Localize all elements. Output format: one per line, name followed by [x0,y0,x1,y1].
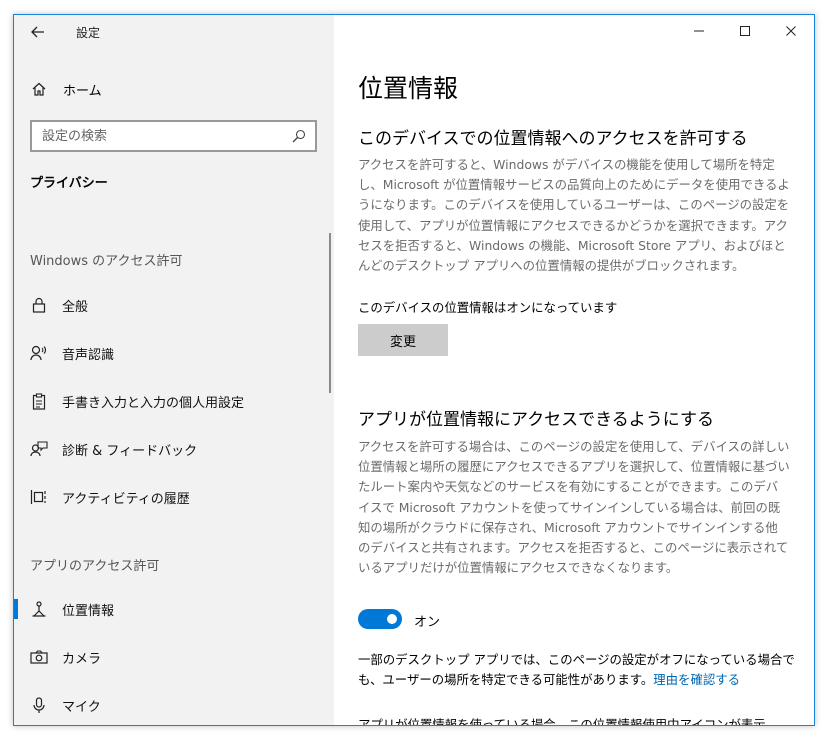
timeline-icon [30,488,48,506]
sidebar-item-general[interactable]: 全般 [14,285,334,325]
main-content: 位置情報 このデバイスでの位置情報へのアクセスを許可する アクセスを許可すると、… [334,15,814,725]
maximize-button[interactable] [722,15,768,47]
location-icon [30,600,48,618]
device-location-status: このデバイスの位置情報はオンになっています [358,300,618,315]
feedback-icon [30,440,48,458]
app-access-heading: アプリが位置情報にアクセスできるようにする [358,410,714,430]
sidebar: 設定 ホーム プライバシー Windows のアクセス許可 [14,15,334,725]
toggle-knob [387,614,397,624]
search-icon[interactable] [291,128,307,144]
sidebar-item-label: 位置情報 [62,603,115,619]
sidebar-item-label: アクティビティの履歴 [62,491,190,507]
sidebar-item-microphone[interactable]: マイク [14,685,334,725]
sidebar-item-speech[interactable]: 音声認識 [14,333,334,373]
back-arrow-icon [31,26,44,38]
minimize-icon [694,30,704,32]
clipboard-icon [30,392,48,410]
back-button[interactable] [24,21,52,43]
group-label-apps: アプリのアクセス許可 [30,559,160,574]
speech-icon [30,344,48,362]
close-icon [786,26,796,36]
sidebar-item-label: 音声認識 [62,347,115,363]
sidebar-item-label: 手書き入力と入力の個人用設定 [62,395,245,411]
device-access-description: アクセスを許可すると、Windows がデバイスの機能を使用して場所を特定し、M… [358,157,790,274]
sidebar-item-camera[interactable]: カメラ [14,637,334,677]
maximize-icon [740,26,750,36]
sidebar-item-diagnostics[interactable]: 診断 & フィードバック [14,429,334,469]
sidebar-item-label: ホーム [63,83,102,99]
close-button[interactable] [768,15,814,47]
location-access-toggle[interactable] [358,609,402,629]
sidebar-item-inking-typing[interactable]: 手書き入力と入力の個人用設定 [14,381,334,421]
learn-why-link[interactable]: 理由を確認する [653,672,740,687]
sidebar-item-label: 診断 & フィードバック [62,443,198,459]
home-icon [30,80,48,98]
search-box[interactable] [30,120,317,152]
sidebar-item-activity-history[interactable]: アクティビティの履歴 [14,477,334,517]
device-access-heading: このデバイスでの位置情報へのアクセスを許可する [358,129,748,149]
sidebar-item-label: マイク [62,699,101,715]
sidebar-item-label: カメラ [62,651,102,667]
change-button[interactable]: 変更 [358,324,448,356]
desktop-apps-note: 一部のデスクトップ アプリでは、このページの設定がオフになっている場合でも、ユー… [358,650,798,690]
settings-window: 設定 ホーム プライバシー Windows のアクセス許可 [13,14,815,726]
microphone-icon [30,696,48,714]
sidebar-scrollbar[interactable] [329,233,331,393]
sidebar-item-label: 全般 [62,299,89,315]
app-access-description: アクセスを許可する場合は、このページの設定を使用して、デバイスの詳しい位置情報と… [358,439,790,576]
location-icon-note: アプリが位置情報を使っている場合、この位置情報使用中アイコンが表示 [358,717,766,726]
lock-icon [30,296,48,314]
group-label-windows: Windows のアクセス許可 [30,254,183,269]
page-title: 位置情報 [358,74,459,103]
section-title: プライバシー [30,176,108,191]
minimize-button[interactable] [676,15,722,47]
sidebar-item-location[interactable]: 位置情報 [14,589,334,629]
sidebar-item-home[interactable]: ホーム [30,79,102,99]
toggle-state-label: オン [414,615,441,630]
search-input[interactable] [40,127,291,145]
app-title: 設定 [76,26,101,40]
camera-icon [30,648,48,666]
